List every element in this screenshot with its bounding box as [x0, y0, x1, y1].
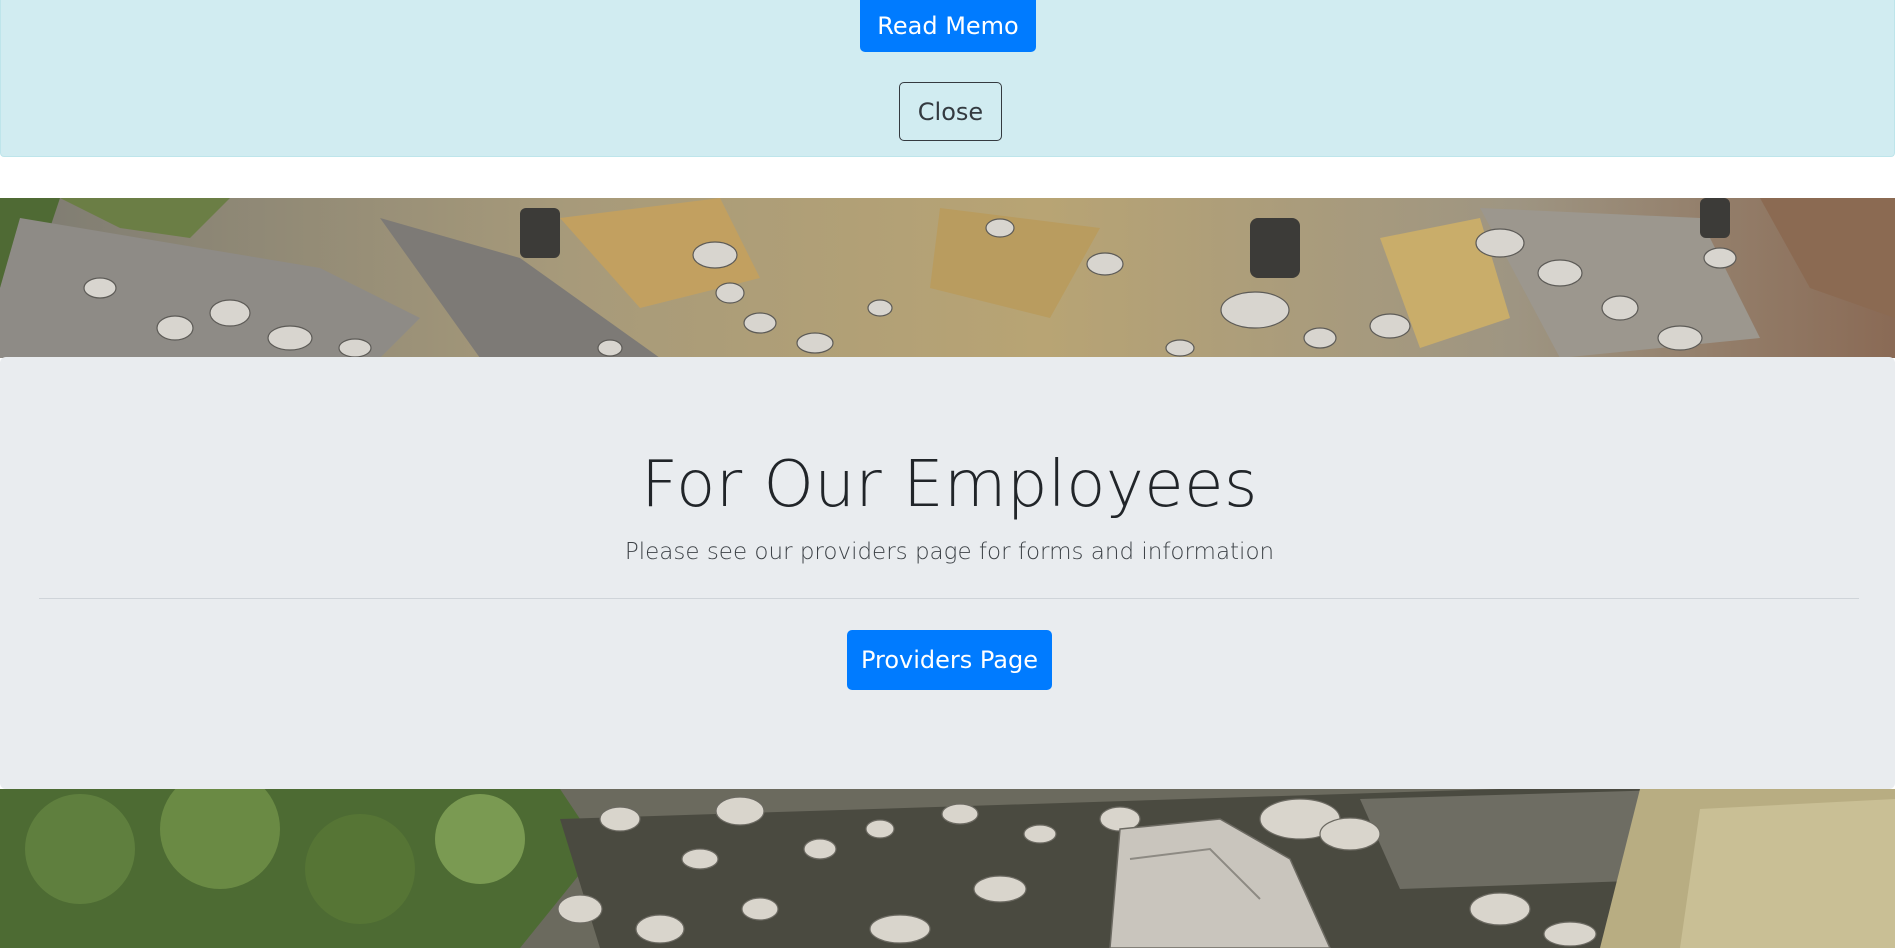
memo-alert: Read Memo Close — [0, 0, 1895, 157]
employees-heading: For Our Employees — [641, 448, 1258, 522]
river-rocks-image — [0, 789, 1895, 948]
employees-section — [0, 357, 1895, 789]
employees-lead-text: Please see our providers page for forms … — [624, 539, 1275, 565]
rocky-hillside-image — [0, 198, 1895, 358]
read-memo-button[interactable]: Read Memo — [860, 0, 1036, 52]
page: Read Memo Close For Our Employees Please… — [0, 0, 1895, 948]
providers-page-button[interactable]: Providers Page — [847, 630, 1052, 690]
close-button[interactable]: Close — [899, 82, 1002, 141]
section-divider — [39, 598, 1859, 599]
